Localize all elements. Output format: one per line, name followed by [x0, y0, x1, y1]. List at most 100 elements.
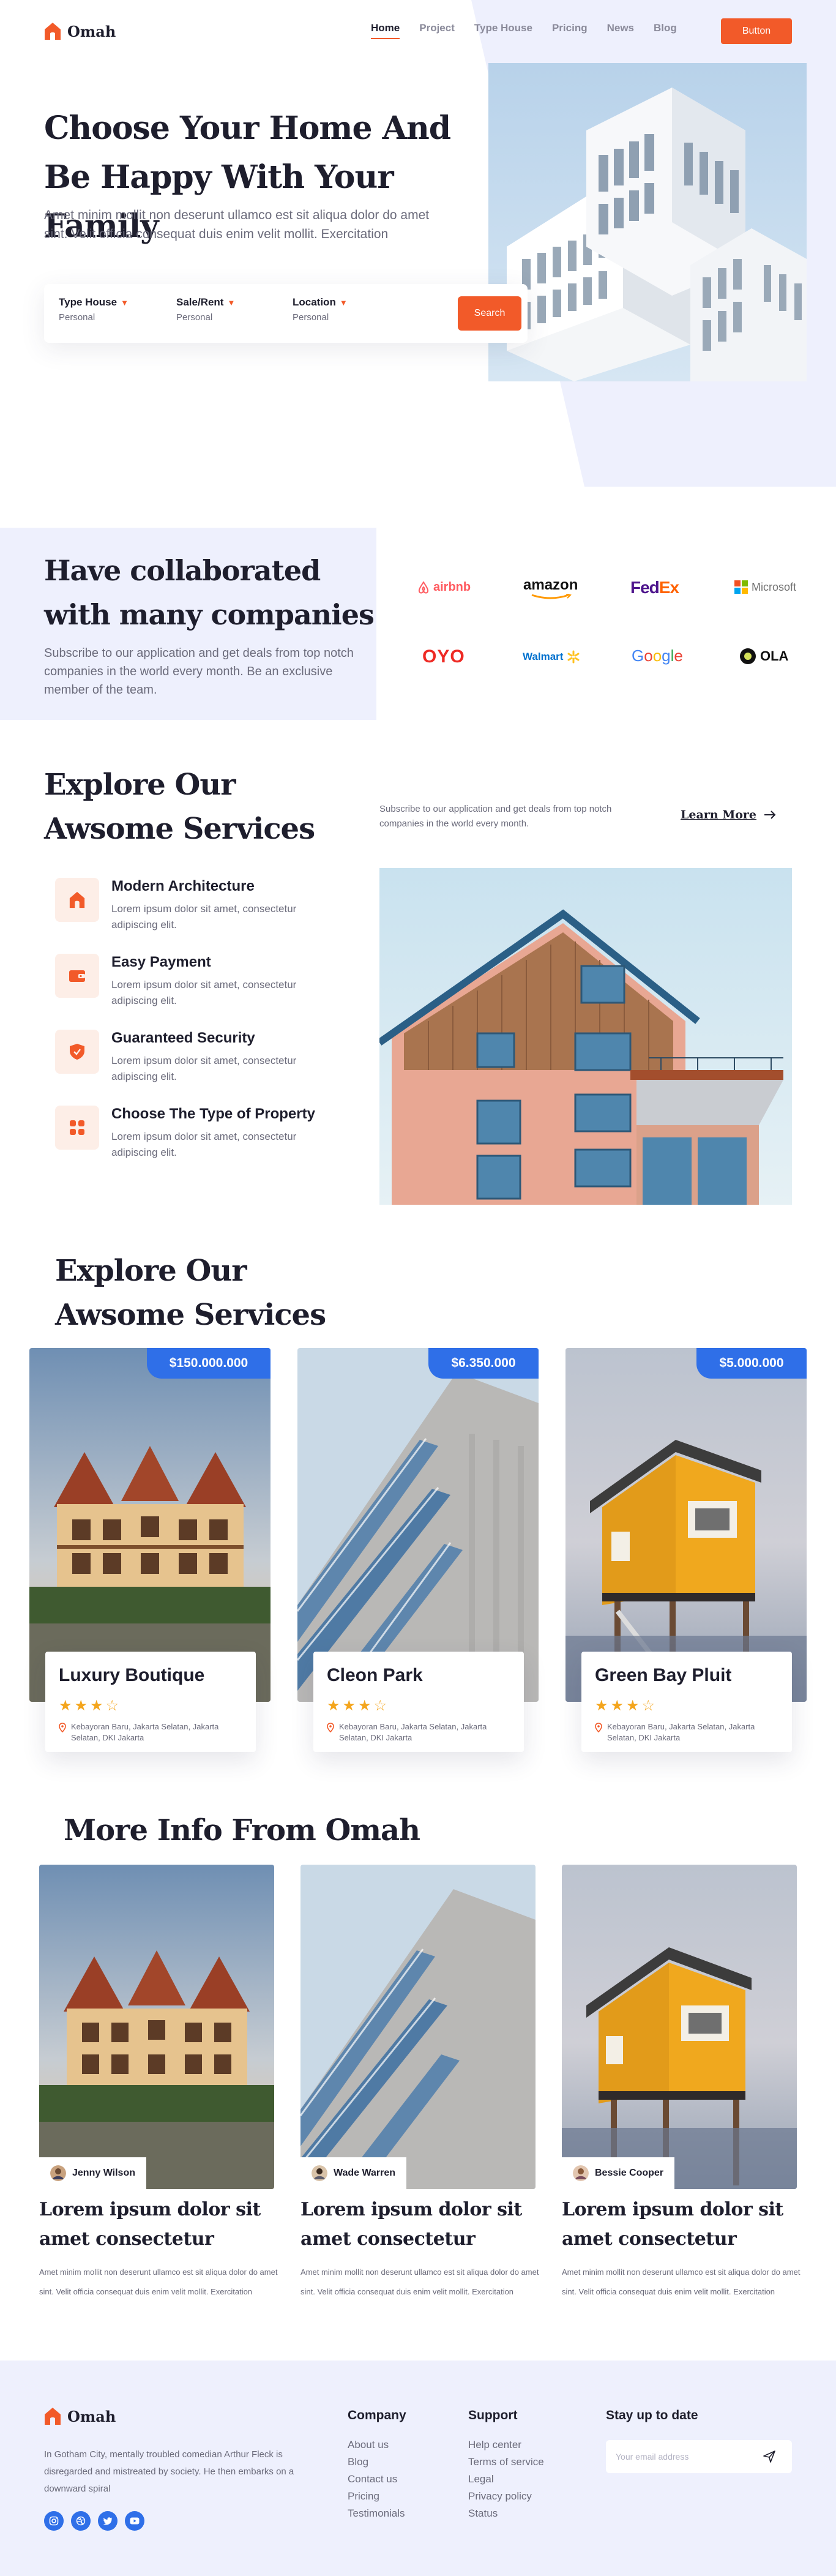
brand-logo[interactable]: Omah: [44, 22, 116, 40]
nav-pricing[interactable]: Pricing: [552, 22, 588, 34]
nav-home[interactable]: Home: [371, 22, 400, 39]
star-rating: ★★★☆: [59, 1698, 122, 1714]
amazon-label: amazon: [523, 577, 578, 593]
footer-link-testimonials[interactable]: Testimonials: [348, 2507, 405, 2520]
house-icon: [45, 2408, 61, 2425]
brand-name: Omah: [67, 22, 116, 40]
blog-image[interactable]: [562, 1865, 797, 2189]
avatar: [50, 2165, 66, 2181]
property-address: Kebayoran Baru, Jakarta Selatan, Jakarta…: [59, 1721, 242, 1743]
house-icon: [45, 23, 61, 40]
property-card[interactable]: Cleon Park ★★★☆ Kebayoran Baru, Jakarta …: [313, 1652, 524, 1752]
footer-link-privacy[interactable]: Privacy policy: [468, 2490, 532, 2503]
mansion-photo: [39, 1865, 274, 2189]
nav-news[interactable]: News: [607, 22, 634, 34]
services-title: Explore Our Awsome Services: [44, 768, 315, 846]
footer-link-help[interactable]: Help center: [468, 2439, 521, 2451]
company-heading: Company: [348, 2408, 406, 2422]
fedex-logo: FedEx: [630, 578, 679, 597]
footer-description: In Gotham City, mentally troubled comedi…: [44, 2449, 294, 2494]
fedex-label: FedEx: [630, 578, 679, 597]
google-logo: Google: [632, 646, 683, 665]
avatar: [312, 2165, 327, 2181]
property-address: Kebayoran Baru, Jakarta Selatan, Jakarta…: [327, 1721, 510, 1743]
yellow-house-photo: [562, 1865, 797, 2189]
service-name: Modern Architecture: [111, 878, 255, 894]
service-desc: Lorem ipsum dolor sit amet, consectetur …: [111, 979, 297, 1006]
service-name: Choose The Type of Property: [111, 1106, 315, 1122]
blog-post-desc: Amet minim mollit non deserunt ullamco e…: [562, 2267, 801, 2296]
sale-rent-filter[interactable]: Sale/Rent ▼ Personal: [176, 296, 235, 323]
nav-type-house[interactable]: Type House: [474, 22, 532, 34]
property-image[interactable]: [297, 1348, 539, 1702]
property-address-text: Kebayoran Baru, Jakarta Selatan, Jakarta…: [339, 1722, 487, 1742]
airbnb-label: airbnb: [433, 580, 471, 594]
footer-link-contact[interactable]: Contact us: [348, 2473, 397, 2485]
author-name: Bessie Cooper: [595, 2168, 664, 2178]
type-house-filter[interactable]: Type House ▼ Personal: [59, 296, 129, 323]
property-image[interactable]: [565, 1348, 807, 1702]
services-building-image: [379, 868, 792, 1205]
youtube-icon[interactable]: [125, 2511, 144, 2531]
learn-more-link[interactable]: Learn More: [681, 808, 776, 822]
location-filter[interactable]: Location ▼ Personal: [293, 296, 348, 323]
price-badge: $150.000.000: [147, 1348, 271, 1379]
footer-link-blog[interactable]: Blog: [348, 2456, 368, 2468]
house-icon: [69, 891, 85, 908]
avatar: [573, 2165, 589, 2181]
author-badge: Jenny Wilson: [39, 2157, 146, 2189]
dribbble-icon[interactable]: [71, 2511, 91, 2531]
property-address: Kebayoran Baru, Jakarta Selatan, Jakarta…: [595, 1721, 778, 1743]
oyo-label: OYO: [422, 646, 465, 667]
footer-link-status[interactable]: Status: [468, 2507, 498, 2520]
nav-cta-button[interactable]: Button: [721, 18, 792, 44]
footer-brand-name: Omah: [67, 2407, 116, 2425]
property-address-text: Kebayoran Baru, Jakarta Selatan, Jakarta…: [71, 1722, 219, 1742]
twitter-icon[interactable]: [98, 2511, 118, 2531]
support-heading: Support: [468, 2408, 518, 2422]
footer-link-about[interactable]: About us: [348, 2439, 389, 2451]
blog-post-desc: Amet minim mollit non deserunt ullamco e…: [39, 2267, 278, 2296]
footer-link-pricing[interactable]: Pricing: [348, 2490, 379, 2503]
service-icon-box: [55, 1030, 99, 1074]
ola-label: OLA: [760, 648, 789, 664]
chevron-down-icon: ▼: [339, 298, 348, 307]
blog-post-title[interactable]: Lorem ipsum dolor sit amet consectetur: [562, 2195, 801, 2254]
property-name: Cleon Park: [327, 1665, 423, 1685]
nav-project[interactable]: Project: [419, 22, 455, 34]
service-desc: Lorem ipsum dolor sit amet, consectetur …: [111, 903, 297, 930]
location-pin-icon: [327, 1723, 334, 1732]
shield-icon: [70, 1044, 84, 1060]
footer-link-terms[interactable]: Terms of service: [468, 2456, 544, 2468]
properties-title: Explore Our Awsome Services: [55, 1254, 326, 1332]
property-image[interactable]: [29, 1348, 271, 1702]
service-icon-box: [55, 1106, 99, 1150]
amazon-logo: amazon: [523, 577, 578, 600]
property-card[interactable]: Green Bay Pluit ★★★☆ Kebayoran Baru, Jak…: [581, 1652, 792, 1752]
ola-logo: OLA: [739, 648, 788, 665]
nav-blog[interactable]: Blog: [654, 22, 677, 34]
blog-post-title[interactable]: Lorem ipsum dolor sit amet consectetur: [300, 2195, 539, 2254]
microsoft-icon: [734, 580, 748, 594]
instagram-icon[interactable]: [44, 2511, 64, 2531]
author-badge: Wade Warren: [300, 2157, 407, 2189]
learn-more-label: Learn More: [681, 808, 757, 822]
property-card[interactable]: Luxury Boutique ★★★☆ Kebayoran Baru, Jak…: [45, 1652, 256, 1752]
blog-title: More Info From Omah: [64, 1813, 420, 1848]
collab-title: Have collaborated with many companies: [44, 554, 375, 631]
sale-rent-value: Personal: [176, 312, 213, 323]
author-badge: Bessie Cooper: [562, 2157, 675, 2189]
blog-post-title[interactable]: Lorem ipsum dolor sit amet consectetur: [39, 2195, 278, 2254]
blog-image[interactable]: [300, 1865, 536, 2189]
search-button[interactable]: Search: [458, 296, 521, 331]
grid-icon: [70, 1120, 84, 1135]
star-rating: ★★★☆: [327, 1698, 390, 1714]
walmart-spark-icon: [567, 650, 580, 664]
blog-image[interactable]: [39, 1865, 274, 2189]
footer-link-legal[interactable]: Legal: [468, 2473, 494, 2485]
send-icon[interactable]: [763, 2450, 776, 2463]
footer-logo[interactable]: Omah: [44, 2407, 116, 2425]
property-address-text: Kebayoran Baru, Jakarta Selatan, Jakarta…: [607, 1722, 755, 1742]
newsletter-heading: Stay up to date: [606, 2408, 698, 2422]
property-search-bar: Type House ▼ Personal Sale/Rent ▼ Personal…: [44, 284, 528, 343]
